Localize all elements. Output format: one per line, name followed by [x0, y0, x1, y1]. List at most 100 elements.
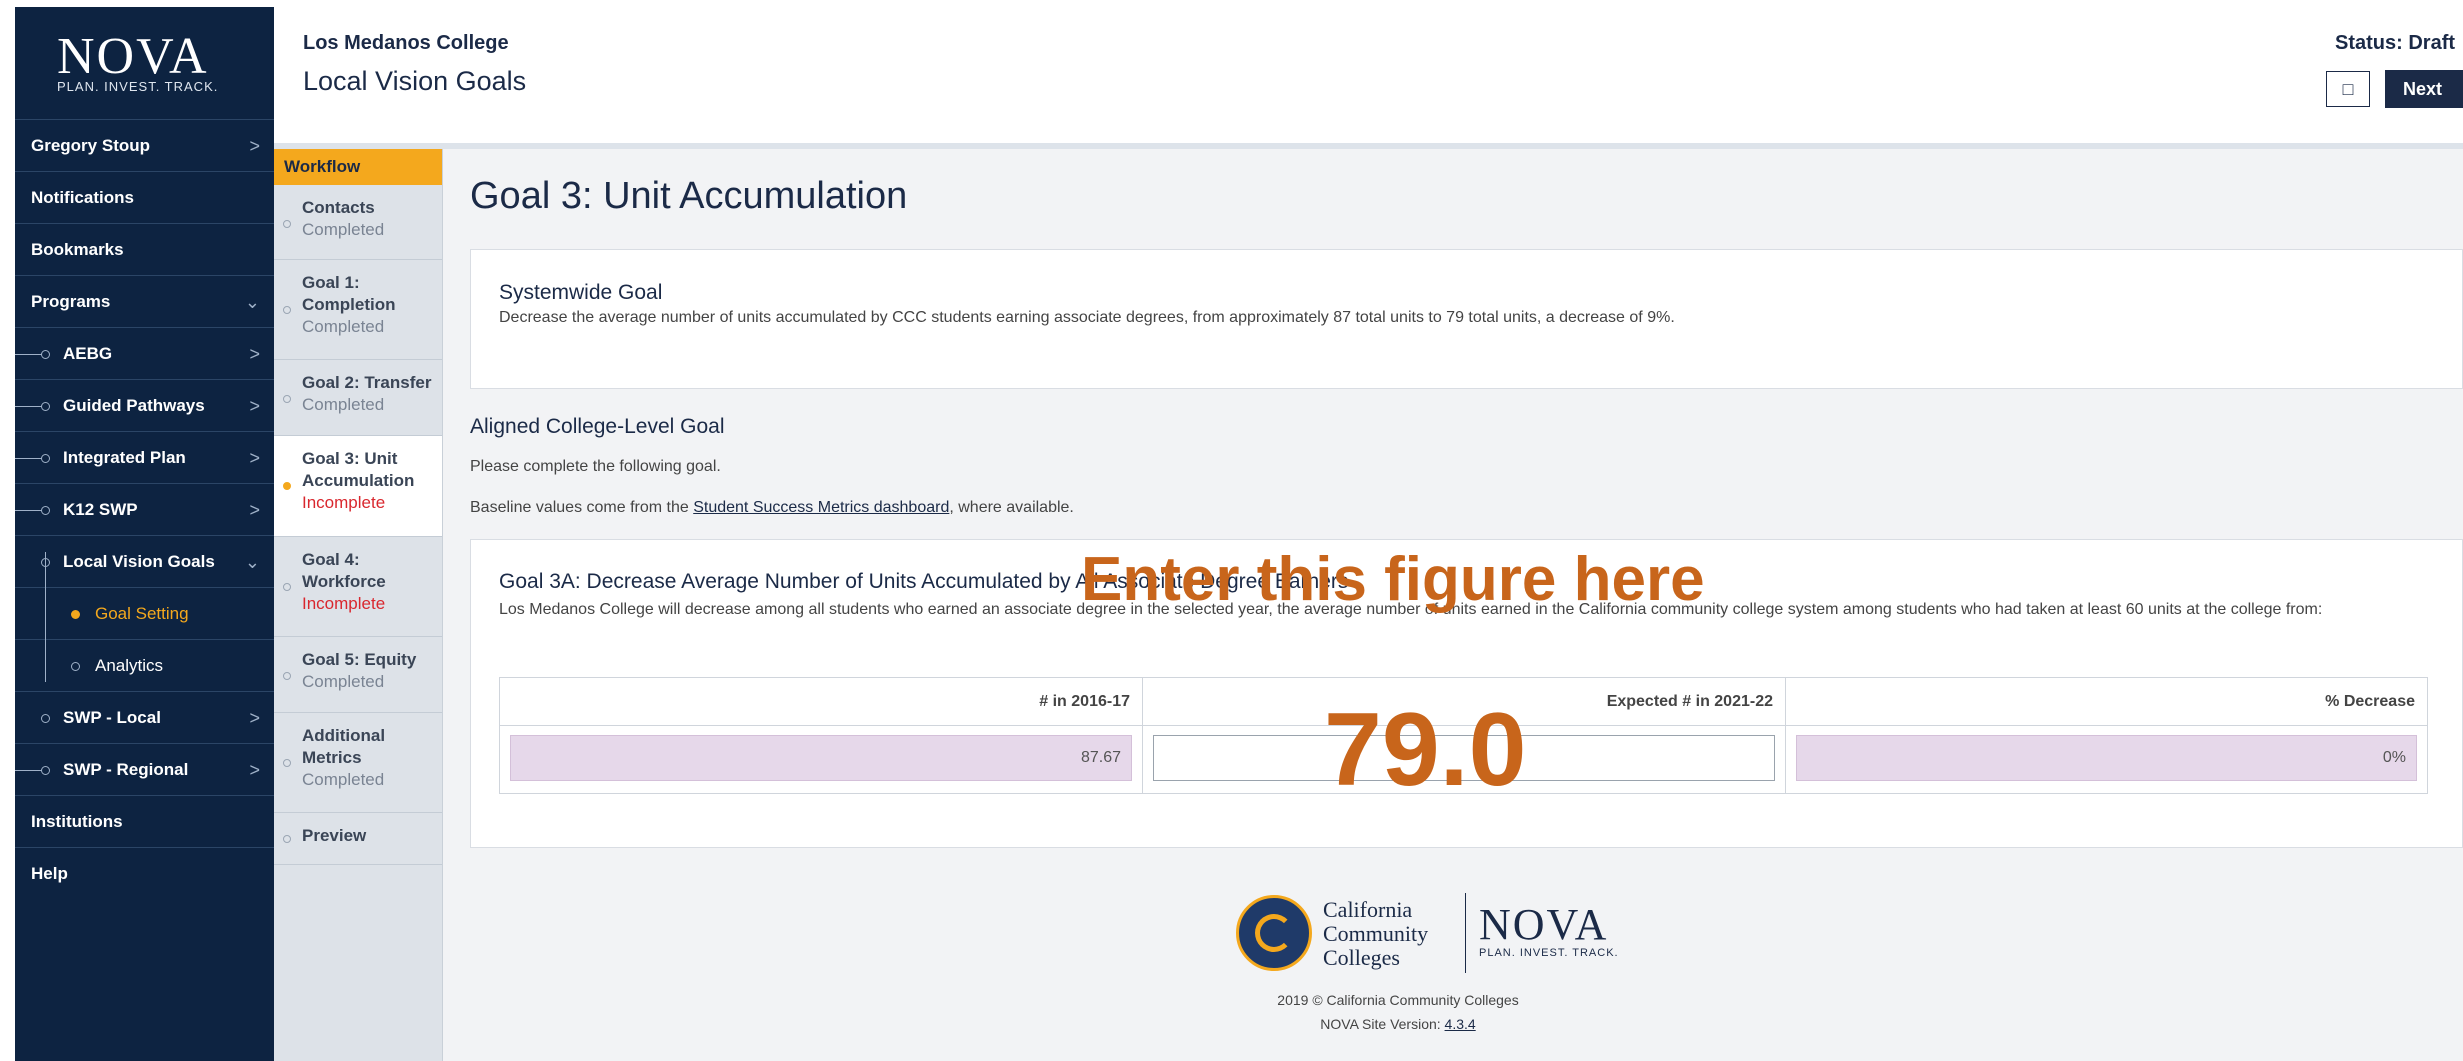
step-title: Goal 4: Workforce: [302, 550, 386, 591]
step-status-icon: [283, 220, 291, 228]
chevron-right-icon: >: [249, 136, 260, 156]
ccc-line: Community: [1323, 921, 1429, 946]
step-status-icon: [283, 395, 291, 403]
sidebar-item-local-vision-goals[interactable]: Local Vision Goals ⌄: [15, 536, 274, 588]
chevron-down-icon: ⌄: [244, 552, 260, 572]
sidebar-item-programs[interactable]: Programs ⌄: [15, 276, 274, 328]
nova-logo[interactable]: NOVA PLAN. INVEST. TRACK.: [15, 7, 274, 120]
step-title: Goal 5: Equity: [302, 650, 417, 669]
next-button[interactable]: Next: [2385, 70, 2463, 108]
sidebar: NOVA PLAN. INVEST. TRACK. Gregory Stoup …: [15, 7, 274, 1061]
step-title: Goal 1: Completion: [302, 273, 396, 314]
sidebar-item-label: Help: [31, 864, 68, 883]
column-header: % Decrease: [1786, 678, 2427, 726]
tree-node-icon: [41, 766, 50, 775]
sidebar-item-goal-setting[interactable]: Goal Setting: [15, 588, 274, 640]
bookmark-button[interactable]: □: [2326, 71, 2370, 107]
workflow-step-goal-1[interactable]: Goal 1: Completion Completed: [274, 260, 442, 360]
column-header: # in 2016-17: [500, 678, 1142, 726]
footer-nova-logo: NOVA: [1479, 900, 1609, 949]
ccc-logo-text: California Community Colleges: [1323, 898, 1428, 970]
workflow-step-additional-metrics[interactable]: Additional Metrics Completed: [274, 713, 442, 813]
sidebar-item-help[interactable]: Help: [15, 848, 274, 900]
ssm-dashboard-link[interactable]: Student Success Metrics dashboard: [693, 499, 949, 516]
sidebar-item-label: Guided Pathways: [63, 396, 205, 415]
sidebar-item-label: Programs: [31, 292, 111, 311]
chevron-down-icon: ⌄: [244, 292, 260, 312]
sidebar-item-aebg[interactable]: AEBG >: [15, 328, 274, 380]
page-title: Local Vision Goals: [303, 66, 527, 96]
current-step-icon: [283, 482, 291, 490]
chevron-right-icon: >: [249, 396, 260, 416]
logo-divider: [1465, 893, 1466, 973]
step-title: Goal 2: Transfer: [302, 373, 432, 392]
sidebar-item-user[interactable]: Gregory Stoup >: [15, 120, 274, 172]
goal-title: Goal 3: Unit Accumulation: [470, 175, 908, 217]
step-status: Incomplete: [302, 493, 386, 512]
workflow-step-goal-3[interactable]: Goal 3: Unit Accumulation Incomplete: [274, 436, 442, 537]
chevron-right-icon: >: [249, 344, 260, 364]
chevron-right-icon: >: [249, 500, 260, 520]
baseline-note: Baseline values come from the Student Su…: [470, 499, 1074, 517]
workflow-step-goal-4[interactable]: Goal 4: Workforce Incomplete: [274, 537, 442, 637]
sidebar-item-label: Goal Setting: [95, 604, 189, 623]
step-title: Preview: [302, 826, 367, 845]
sidebar-item-label: K12 SWP: [63, 500, 138, 519]
baseline-column: # in 2016-17 87.67: [500, 678, 1143, 793]
sidebar-item-integrated-plan[interactable]: Integrated Plan >: [15, 432, 274, 484]
sidebar-item-label: Institutions: [31, 812, 123, 831]
workflow-step-goal-5[interactable]: Goal 5: Equity Completed: [274, 637, 442, 713]
step-status: Completed: [302, 770, 385, 789]
sidebar-item-bookmarks[interactable]: Bookmarks: [15, 224, 274, 276]
chevron-right-icon: >: [249, 760, 260, 780]
decrease-value: 0%: [1796, 735, 2417, 781]
aligned-goal-note: Please complete the following goal.: [470, 458, 721, 475]
step-title: Contacts: [302, 198, 375, 217]
tree-node-icon: [71, 662, 80, 671]
sidebar-item-swp-local[interactable]: SWP - Local >: [15, 692, 274, 744]
sidebar-item-institutions[interactable]: Institutions: [15, 796, 274, 848]
chevron-right-icon: >: [249, 448, 260, 468]
step-status-icon: [283, 672, 291, 680]
tree-node-icon: [41, 506, 50, 515]
workflow-step-contacts[interactable]: Contacts Completed: [274, 185, 442, 260]
active-node-icon: [71, 610, 80, 619]
sidebar-item-swp-regional[interactable]: SWP - Regional >: [15, 744, 274, 796]
workflow-step-goal-2[interactable]: Goal 2: Transfer Completed: [274, 360, 442, 436]
sidebar-item-notifications[interactable]: Notifications: [15, 172, 274, 224]
step-status: Completed: [302, 395, 385, 414]
step-status: Completed: [302, 317, 385, 336]
systemwide-goal-card: Systemwide Goal Decrease the average num…: [470, 249, 2463, 389]
baseline-prefix: Baseline values come from the: [470, 499, 694, 516]
sidebar-item-label: AEBG: [63, 344, 113, 363]
sidebar-item-label: Bookmarks: [31, 240, 124, 259]
sidebar-item-label: Notifications: [31, 188, 134, 207]
page-header: Los Medanos College Local Vision Goals S…: [274, 0, 2463, 149]
sidebar-item-label: SWP - Local: [63, 708, 161, 727]
systemwide-text: Decrease the average number of units acc…: [499, 309, 1675, 326]
sidebar-item-label: SWP - Regional: [63, 760, 189, 779]
footer-nova-tagline: PLAN. INVEST. TRACK.: [1479, 947, 1619, 959]
systemwide-heading: Systemwide Goal: [499, 281, 663, 304]
step-status: Completed: [302, 220, 385, 239]
version-link[interactable]: 4.3.4: [1445, 1016, 1476, 1032]
ccc-line: Colleges: [1323, 945, 1400, 970]
sidebar-item-k12-swp[interactable]: K12 SWP >: [15, 484, 274, 536]
tree-node-icon: [41, 350, 50, 359]
tree-node-icon: [41, 402, 50, 411]
step-status: Incomplete: [302, 594, 386, 613]
version-prefix: NOVA Site Version:: [1320, 1016, 1445, 1032]
footer: California Community Colleges NOVA PLAN.…: [443, 885, 2133, 1055]
baseline-value: 87.67: [510, 735, 1132, 781]
logo-text: NOVA: [57, 28, 209, 85]
ccc-seal-logo: [1236, 895, 1312, 971]
ccc-line: California: [1323, 897, 1413, 922]
sidebar-item-guided-pathways[interactable]: Guided Pathways >: [15, 380, 274, 432]
step-title: Goal 3: Unit Accumulation: [302, 449, 415, 490]
step-title: Additional Metrics: [302, 726, 386, 767]
workflow-step-preview[interactable]: Preview: [274, 813, 442, 865]
bookmark-icon: □: [2342, 79, 2354, 99]
sidebar-item-analytics[interactable]: Analytics: [15, 640, 274, 692]
sidebar-item-label: Local Vision Goals: [63, 552, 215, 571]
tree-connector: [45, 552, 46, 682]
